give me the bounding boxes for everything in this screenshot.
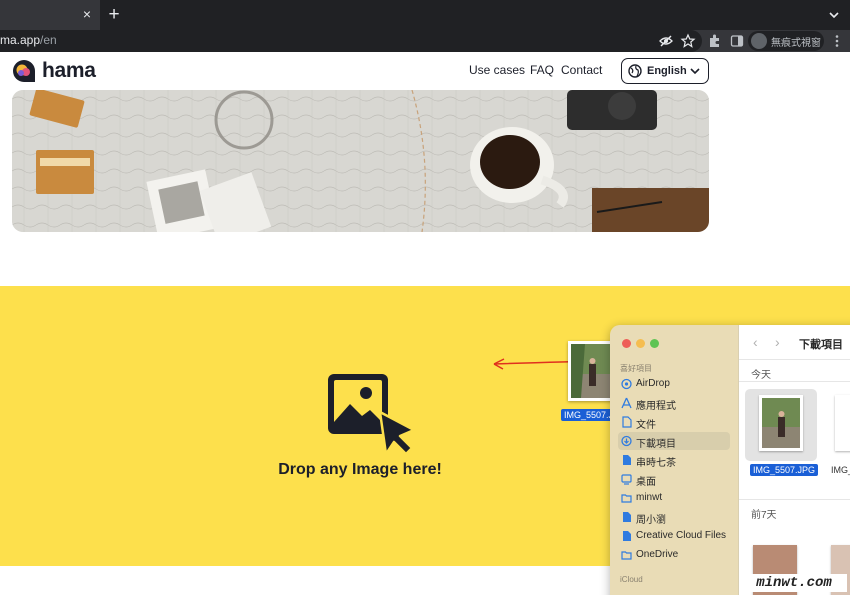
file-icon (623, 512, 631, 522)
chevron-down-icon (690, 68, 700, 75)
photo-thumbnail-icon (571, 344, 611, 398)
file-thumbnail[interactable] (759, 395, 803, 451)
nav-use-cases[interactable]: Use cases (469, 63, 525, 77)
finder-sidebar: 喜好項目 AirDrop 應用程式文件下載項目串時七茶桌面 minwt 周小瀏 Crea… (610, 325, 738, 595)
sidebar-item[interactable]: 周小瀏 (618, 508, 730, 526)
folder-icon (621, 494, 632, 503)
sidebar-item-label: minwt (636, 492, 663, 503)
hama-logo[interactable]: hama (12, 58, 102, 84)
incognito-badge[interactable]: 無痕式視窗 (748, 31, 824, 51)
file-name: IMG_ (831, 465, 850, 475)
logo-text: hama (42, 59, 96, 82)
bookmark-star-icon[interactable] (680, 33, 696, 49)
incognito-avatar-icon (751, 33, 767, 49)
section-today: 今天 (751, 370, 771, 381)
sidebar-item-label: 周小瀏 (636, 515, 666, 526)
sidebar-item-label: AirDrop (636, 378, 670, 389)
address-bar[interactable]: ma.app/en (0, 30, 702, 52)
folder-icon (621, 551, 632, 560)
icloud-header: iCloud (620, 575, 643, 584)
file-name-selected: IMG_5507.JPG (750, 464, 819, 476)
desktop-icon (621, 474, 632, 485)
finder-window[interactable]: 喜好項目 AirDrop 應用程式 文件 下載項目 串時七茶 桌面 minwt 周小瀏 Crea… (610, 325, 850, 595)
dragged-file-thumbnail[interactable] (568, 341, 614, 401)
sidebar-item-label: 串時七茶 (636, 458, 676, 469)
sidebar-item-label: 下載項目 (636, 439, 676, 450)
section-last-7-days: 前7天 (751, 510, 777, 521)
globe-icon (628, 64, 642, 78)
side-panel-icon[interactable] (729, 33, 745, 49)
tab-search-chevron-icon[interactable] (826, 7, 842, 23)
back-chevron-icon[interactable]: ‹ (753, 335, 767, 349)
file-thumbnail[interactable] (835, 395, 850, 451)
nav-faq[interactable]: FAQ (530, 63, 554, 77)
sidebar-item-label: OneDrive (636, 549, 679, 560)
sidebar-item[interactable]: minwt (618, 489, 730, 507)
toolbar-divider (739, 359, 850, 360)
minimize-window-icon[interactable] (636, 339, 645, 348)
sidebar-item[interactable]: 應用程式 (618, 394, 730, 412)
image-cursor-icon (328, 374, 416, 456)
sidebar-item-label: 桌面 (636, 477, 656, 488)
incognito-label: 無痕式視窗 (771, 38, 821, 49)
extensions-icon[interactable] (707, 33, 723, 49)
eye-off-icon[interactable] (658, 33, 674, 49)
sidebar-item-label: 應用程式 (636, 401, 676, 412)
sidebar-item[interactable]: 串時七茶 (618, 451, 730, 469)
close-tab-icon[interactable]: × (80, 7, 94, 21)
finder-main: ‹ › 下載項目 今天 IMG_5507.JPG IMG_ 前7天 (738, 325, 850, 595)
forward-chevron-icon[interactable]: › (775, 335, 789, 349)
address-url[interactable]: ma.app/en (0, 33, 57, 47)
hero-image (12, 90, 709, 232)
hero-photo-illustration (12, 90, 709, 232)
sidebar-item-label: 文件 (636, 420, 656, 431)
sidebar-item[interactable]: 下載項目 (618, 432, 730, 450)
browser-toolbar: ma.app/en 無痕式視窗 (0, 30, 850, 52)
finder-title: 下載項目 (799, 339, 843, 351)
url-host: ma.app (0, 33, 41, 47)
sidebar-item[interactable]: 桌面 (618, 470, 730, 488)
language-label: English (647, 65, 687, 77)
photo-thumbnail-icon (762, 398, 800, 448)
file-icon (623, 455, 631, 465)
more-menu-icon[interactable] (829, 33, 845, 49)
watermark: minwt.com (741, 574, 847, 592)
sidebar-item[interactable]: Creative Cloud Files (618, 527, 730, 545)
section-divider (739, 499, 850, 500)
sidebar-item[interactable]: OneDrive (618, 546, 730, 564)
close-window-icon[interactable] (622, 339, 631, 348)
document-icon (622, 416, 632, 428)
url-path: /en (40, 33, 57, 47)
sidebar-item-label: Creative Cloud Files (636, 530, 727, 541)
airdrop-icon (621, 378, 632, 390)
favorites-header: 喜好項目 (620, 364, 652, 373)
nav-contact[interactable]: Contact (561, 63, 602, 77)
sidebar-item[interactable]: AirDrop (618, 375, 730, 393)
language-selector[interactable]: English (621, 58, 709, 84)
download-icon (621, 435, 632, 447)
section-divider (739, 381, 850, 382)
applications-icon (621, 397, 632, 409)
file-icon (623, 531, 631, 541)
browser-tab[interactable]: × (0, 0, 100, 30)
hama-logo-icon (13, 60, 35, 82)
sidebar-item[interactable]: 文件 (618, 413, 730, 431)
browser-tabstrip: × + (0, 0, 850, 30)
new-tab-icon[interactable]: + (104, 4, 124, 26)
zoom-window-icon[interactable] (650, 339, 659, 348)
